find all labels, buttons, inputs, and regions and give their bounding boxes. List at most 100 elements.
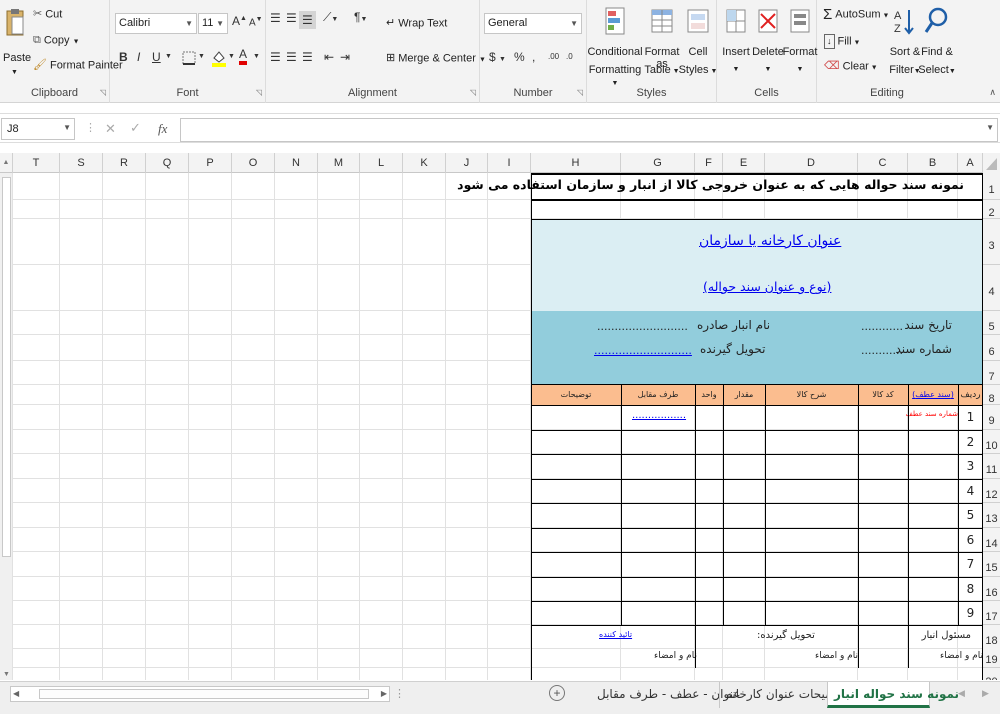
italic-icon[interactable]: I [137, 50, 140, 64]
row-header[interactable]: 6 [983, 335, 1000, 361]
row-header[interactable]: 12 [983, 479, 1000, 503]
dialog-launcher-icon[interactable]: ◹ [100, 88, 106, 97]
formula-input[interactable]: ▼ [180, 118, 998, 142]
fill-button[interactable]: ↓ Fill ▼ [824, 34, 860, 49]
cell-styles-button[interactable]: Cell Styles ▼ [679, 4, 717, 79]
confirm-entry-icon[interactable]: ✓ [130, 120, 141, 136]
row-header[interactable]: 19 [983, 645, 1000, 668]
column-header[interactable]: G [621, 153, 695, 173]
column-header[interactable]: P [189, 153, 232, 173]
find-select-button[interactable]: Find & Select▼ [918, 4, 956, 79]
row-header[interactable]: 10 [983, 430, 1000, 454]
column-header[interactable]: J [446, 153, 488, 173]
column-header[interactable]: H [531, 153, 621, 173]
column-header[interactable]: C [858, 153, 908, 173]
cut-button[interactable]: ✂ Cut [33, 8, 62, 21]
percent-icon[interactable]: % [514, 50, 525, 64]
row-header[interactable]: 9 [983, 405, 1000, 430]
column-header[interactable]: M [318, 153, 360, 173]
dialog-launcher-icon[interactable]: ◹ [470, 88, 476, 97]
clear-button[interactable]: ⌫ Clear ▼ [824, 60, 878, 74]
borders-icon[interactable] [182, 51, 196, 65]
dialog-launcher-icon[interactable]: ◹ [577, 88, 583, 97]
name-box[interactable]: J8 ▼ [1, 118, 75, 140]
paste-button[interactable]: Paste ▼ [3, 6, 31, 76]
scroll-up-icon[interactable]: ▲ [0, 153, 13, 173]
format-button[interactable]: Format ▼ [783, 4, 817, 79]
collapse-ribbon-icon[interactable]: ∧ [989, 87, 996, 98]
sheet-tab-1-active[interactable]: نمونه سند حواله انبار [827, 682, 959, 708]
font-color-dropdown-icon[interactable]: ▼ [253, 53, 260, 60]
scroll-right-icon[interactable]: ▶ [381, 689, 387, 698]
wrap-text-button[interactable]: ↵ Wrap Text [386, 17, 447, 30]
column-header[interactable]: E [723, 153, 765, 173]
currency-icon[interactable]: $ ▼ [489, 50, 506, 64]
column-header[interactable]: T [13, 153, 60, 173]
orientation-icon[interactable]: ⟋▼ [323, 10, 338, 25]
column-header[interactable]: Q [146, 153, 189, 173]
align-middle-icon[interactable]: ☰ [286, 11, 297, 25]
row-header[interactable]: 8 [983, 385, 1000, 405]
column-header[interactable]: D [765, 153, 858, 173]
column-header[interactable]: F [695, 153, 723, 173]
increase-indent-icon[interactable]: ⇥ [340, 50, 350, 64]
row-header[interactable]: 15 [983, 552, 1000, 577]
select-all-corner[interactable] [983, 153, 1000, 173]
fill-color-icon[interactable] [211, 49, 227, 67]
merge-center-button[interactable]: ⊞ Merge & Center ▼ [386, 52, 486, 66]
insert-function-icon[interactable]: fx [158, 121, 167, 137]
align-right-icon[interactable]: ☰ [302, 50, 313, 64]
expand-formula-icon[interactable]: ▼ [986, 123, 994, 132]
font-size-select[interactable]: 11 ▼ [198, 13, 228, 34]
vertical-scroll-thumb[interactable] [2, 177, 11, 557]
horizontal-scrollbar[interactable]: ◀ ▶ [10, 686, 390, 702]
align-left-icon[interactable]: ☰ [270, 50, 281, 64]
format-as-table-button[interactable]: Format as Table ▼ [642, 4, 682, 79]
row-header[interactable]: 11 [983, 454, 1000, 479]
row-header[interactable]: 20 [983, 668, 1000, 680]
comma-icon[interactable]: , [532, 50, 535, 64]
insert-button[interactable]: Insert ▼ [721, 4, 751, 79]
autosum-button[interactable]: Σ AutoSum ▼ [823, 7, 889, 22]
row-header[interactable]: 17 [983, 601, 1000, 625]
copy-button[interactable]: ⧉ Copy ▼ [33, 34, 80, 48]
cancel-entry-icon[interactable]: ✕ [105, 121, 116, 137]
fill-color-dropdown-icon[interactable]: ▼ [228, 53, 235, 60]
row-header[interactable]: 1 [983, 173, 1000, 200]
row-header[interactable]: 4 [983, 265, 1000, 311]
bold-icon[interactable]: B [119, 50, 128, 64]
horizontal-scroll-thumb[interactable] [39, 689, 369, 699]
decrease-font-icon[interactable]: A▼ [249, 16, 263, 28]
dialog-launcher-icon[interactable]: ◹ [256, 88, 262, 97]
row-header[interactable]: 5 [983, 311, 1000, 335]
rtl-direction-icon[interactable]: ¶▼ [354, 10, 367, 24]
decrease-decimal-icon[interactable]: .0 [566, 52, 573, 61]
row-header[interactable]: 16 [983, 577, 1000, 601]
tab-scroll-left-icon[interactable]: ◀ [958, 688, 965, 699]
column-header[interactable]: I [488, 153, 531, 173]
scroll-left-icon[interactable]: ◀ [13, 689, 19, 698]
row-header[interactable]: 14 [983, 528, 1000, 552]
column-header[interactable]: B [908, 153, 958, 173]
row-header[interactable]: 13 [983, 503, 1000, 528]
sort-filter-button[interactable]: AZ Sort & Filter▼ [889, 4, 921, 79]
borders-dropdown-icon[interactable]: ▼ [198, 53, 205, 60]
column-header[interactable]: N [275, 153, 318, 173]
number-format-select[interactable]: General ▼ [484, 13, 582, 34]
column-header[interactable]: L [360, 153, 403, 173]
conditional-formatting-button[interactable]: Conditional Formatting ▼ [587, 4, 643, 87]
align-center-icon[interactable]: ☰ [286, 50, 297, 64]
align-bottom-icon[interactable]: ☰ [299, 11, 316, 29]
underline-dropdown-icon[interactable]: ▼ [165, 53, 172, 60]
increase-font-icon[interactable]: A▲ [232, 14, 247, 28]
font-name-select[interactable]: Calibri ▼ [115, 13, 197, 34]
font-color-icon[interactable]: A [239, 47, 248, 65]
row-header[interactable]: 2 [983, 200, 1000, 219]
worksheet-grid[interactable]: ▼ نمونه سند حواله هایی که به عنوان خروجی… [0, 173, 1000, 680]
row-header[interactable]: 3 [983, 219, 1000, 265]
column-header[interactable]: O [232, 153, 275, 173]
decrease-indent-icon[interactable]: ⇤ [324, 50, 334, 64]
column-header[interactable]: S [60, 153, 103, 173]
row-header[interactable]: 7 [983, 361, 1000, 385]
column-header[interactable]: A [958, 153, 983, 173]
